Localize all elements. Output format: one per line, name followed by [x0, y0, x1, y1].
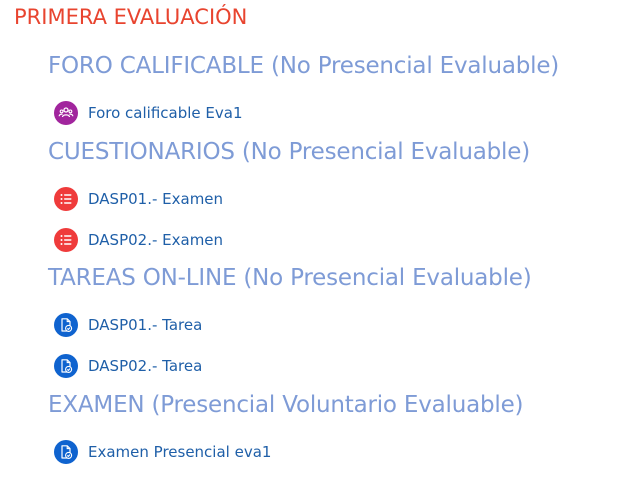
section-title-tareas: TAREAS ON-LINE (No Presencial Evaluable) — [48, 265, 532, 291]
activity-link[interactable]: Foro calificable Eva1 — [88, 104, 243, 122]
assignment-icon — [54, 354, 78, 378]
activity-link[interactable]: Examen Presencial eva1 — [88, 443, 271, 461]
section-title-foro: FORO CALIFICABLE (No Presencial Evaluabl… — [48, 53, 560, 79]
section-title-examen: EXAMEN (Presencial Voluntario Evaluable) — [48, 392, 524, 418]
activity-item-foro-eva1[interactable]: Foro calificable Eva1 — [54, 101, 243, 125]
activity-item-dasp02-tarea[interactable]: DASP02.- Tarea — [54, 354, 202, 378]
activity-link[interactable]: DASP01.- Examen — [88, 190, 223, 208]
assignment-icon — [54, 440, 78, 464]
activity-link[interactable]: DASP01.- Tarea — [88, 316, 202, 334]
activity-item-dasp01-tarea[interactable]: DASP01.- Tarea — [54, 313, 202, 337]
section-title-cuestionarios: CUESTIONARIOS (No Presencial Evaluable) — [48, 139, 530, 165]
page-title: PRIMERA EVALUACIÓN — [14, 5, 248, 29]
quiz-icon — [54, 187, 78, 211]
activity-item-dasp01-examen[interactable]: DASP01.- Examen — [54, 187, 223, 211]
activity-link[interactable]: DASP02.- Examen — [88, 231, 223, 249]
forum-icon — [54, 101, 78, 125]
assignment-icon — [54, 313, 78, 337]
quiz-icon — [54, 228, 78, 252]
activity-item-examen-presencial[interactable]: Examen Presencial eva1 — [54, 440, 271, 464]
activity-item-dasp02-examen[interactable]: DASP02.- Examen — [54, 228, 223, 252]
activity-link[interactable]: DASP02.- Tarea — [88, 357, 202, 375]
